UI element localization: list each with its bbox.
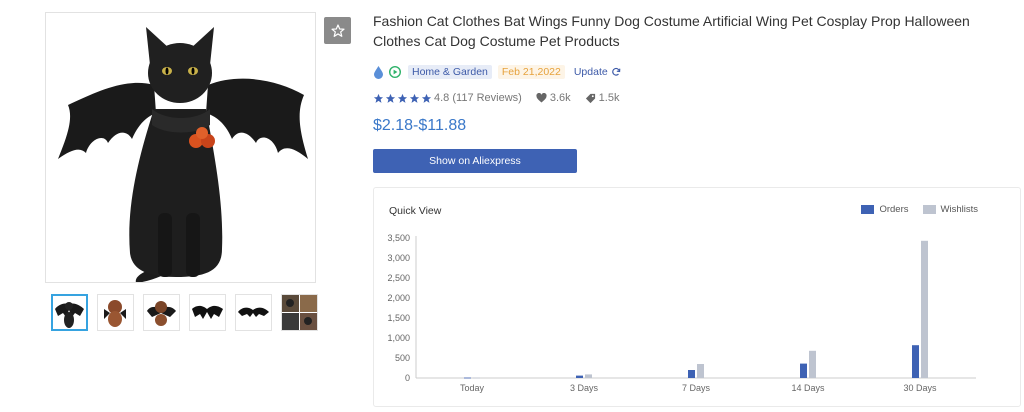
- meta-row: Home & Garden Feb 21,2022 Update: [373, 64, 621, 80]
- likes-stat: 3.6k: [536, 92, 571, 104]
- star-icon: [409, 93, 420, 104]
- rating-value: 4.8: [434, 92, 449, 104]
- thumbnail-2[interactable]: [97, 294, 134, 331]
- update-link[interactable]: Update: [574, 66, 621, 78]
- thumbnail-1[interactable]: [51, 294, 88, 331]
- refresh-icon: [611, 67, 621, 77]
- product-title[interactable]: Fashion Cat Clothes Bat Wings Funny Dog …: [373, 11, 1021, 51]
- bar-wishlists-4: [921, 241, 928, 378]
- thumbnail-6[interactable]: [281, 294, 318, 331]
- thumbnail-strip: [51, 294, 318, 331]
- drop-icon: [373, 66, 384, 79]
- price-range: $2.18-$11.88: [373, 117, 466, 135]
- bar-orders-0: [464, 378, 471, 379]
- bar-orders-3: [800, 364, 807, 378]
- star-icon: [397, 93, 408, 104]
- thumbnail-3[interactable]: [143, 294, 180, 331]
- date-tag: Feb 21,2022: [498, 65, 565, 79]
- y-tick-label: 1,000: [387, 333, 410, 343]
- quick-view-panel: Quick View Orders Wishlists 05001,0001,5…: [373, 187, 1021, 407]
- play-circle-icon[interactable]: [389, 66, 401, 78]
- cat-bat-costume-image: [46, 13, 316, 283]
- thumbnail-black-cat-image: [53, 296, 86, 329]
- quick-view-chart: 0 500 1,000 1,500 2,000 2,500 3,000 3,500 Today 3…: [374, 188, 1020, 406]
- thumbnail-4[interactable]: [189, 294, 226, 331]
- y-tick-label: 2,500: [387, 273, 410, 283]
- bar-orders-1: [576, 376, 583, 378]
- category-tag[interactable]: Home & Garden: [408, 65, 492, 79]
- star-icon: [385, 93, 396, 104]
- y-tick-label: 2,000: [387, 293, 410, 303]
- y-tick-label: 0: [405, 373, 410, 383]
- thumbnail-5[interactable]: [235, 294, 272, 331]
- thumbnail-dog-wings-image: [144, 295, 179, 330]
- x-tick-label: 7 Days: [682, 383, 711, 393]
- bar-orders-2: [688, 370, 695, 378]
- y-tick-label: 500: [395, 353, 410, 363]
- likes-count: 3.6k: [550, 92, 571, 104]
- main-product-image[interactable]: [45, 12, 316, 283]
- bar-wishlists-2: [697, 364, 704, 378]
- x-tick-label: 3 Days: [570, 383, 599, 393]
- star-icon: [421, 93, 432, 104]
- heart-icon: [536, 93, 547, 103]
- x-tick-label: Today: [460, 383, 485, 393]
- bar-wishlists-3: [809, 351, 816, 378]
- bar-wishlists-1: [585, 374, 592, 378]
- x-tick-label: 30 Days: [903, 383, 937, 393]
- bar-wishlists-0: [473, 378, 480, 379]
- thumbnail-bat-wings-image: [190, 295, 225, 330]
- review-count[interactable]: (117 Reviews): [452, 92, 522, 104]
- update-label: Update: [574, 66, 608, 78]
- thumbnail-brown-dog-image: [98, 295, 133, 330]
- tags-count: 1.5k: [599, 92, 620, 104]
- thumbnail-collage-image: [282, 295, 317, 330]
- show-on-aliexpress-button[interactable]: Show on Aliexpress: [373, 149, 577, 173]
- rating-stars: [373, 93, 432, 104]
- x-tick-label: 14 Days: [791, 383, 825, 393]
- tags-stat: 1.5k: [585, 92, 620, 104]
- star-outline-icon: [330, 23, 346, 39]
- star-icon: [373, 93, 384, 104]
- rating-row: 4.8 (117 Reviews) 3.6k 1.5k: [373, 91, 619, 105]
- thumbnail-bat-wings-flat-image: [236, 295, 271, 330]
- tag-icon: [585, 93, 596, 104]
- y-tick-label: 1,500: [387, 313, 410, 323]
- y-tick-label: 3,000: [387, 253, 410, 263]
- bar-orders-4: [912, 345, 919, 378]
- favorite-button[interactable]: [324, 17, 351, 44]
- y-tick-label: 3,500: [387, 233, 410, 243]
